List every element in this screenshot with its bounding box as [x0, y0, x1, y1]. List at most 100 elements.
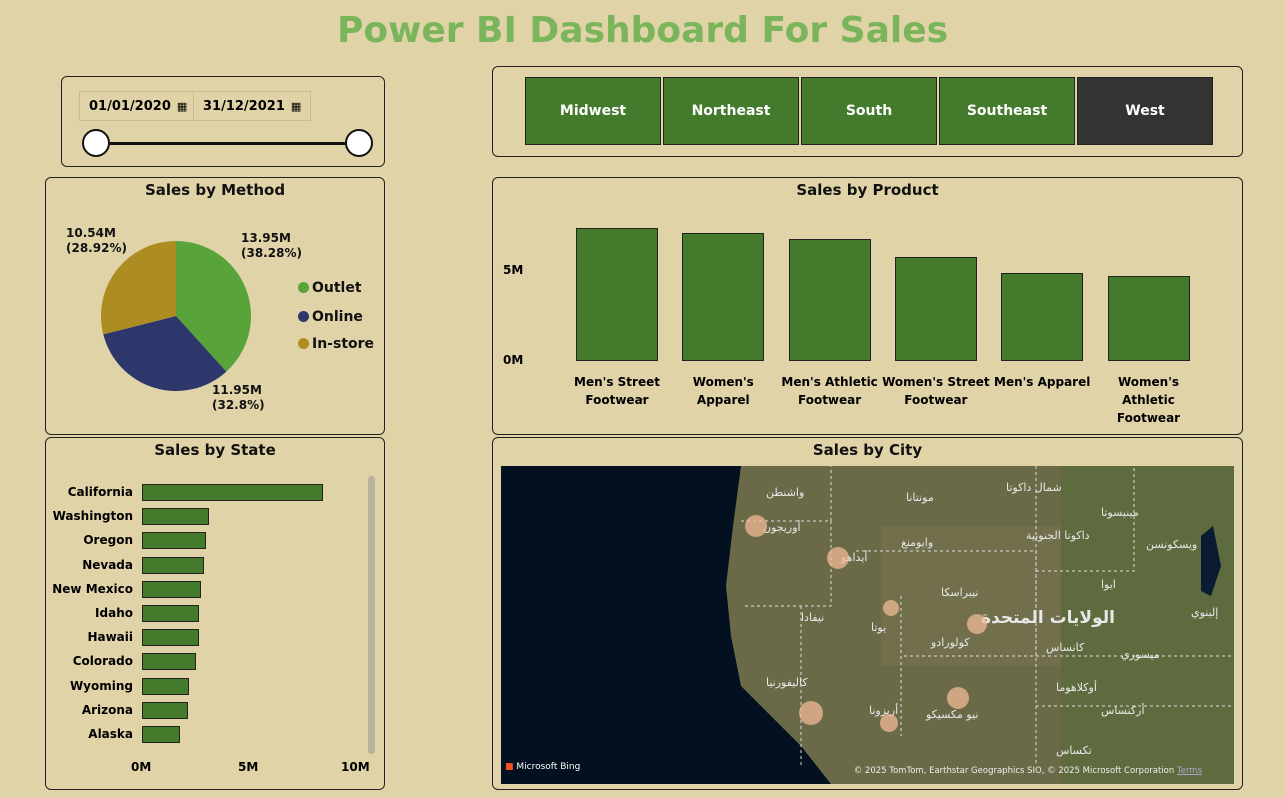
- state-label: New Mexico: [52, 581, 133, 596]
- region-button-northeast[interactable]: Northeast: [663, 77, 799, 145]
- state-bar[interactable]: [142, 605, 199, 622]
- map-place-label: نيبراسكا: [941, 586, 979, 599]
- city-bubble[interactable]: [880, 714, 898, 732]
- map-place-label: ايوا: [1101, 578, 1116, 591]
- product-bar[interactable]: [1107, 276, 1190, 361]
- legend-instore[interactable]: In-store: [298, 336, 374, 352]
- panel-title: Sales by State: [154, 441, 276, 459]
- state-label: Oregon: [83, 533, 133, 548]
- map-place-label: واشنطن: [766, 486, 805, 499]
- end-date: 31/12/2021: [203, 99, 285, 114]
- state-label: Wyoming: [69, 678, 133, 693]
- legend-dot-icon: [298, 338, 309, 349]
- instore-data-label: 10.54M (28.92%): [66, 226, 127, 255]
- product-category-label: Women's Street Footwear: [882, 375, 990, 407]
- state-bar[interactable]: [142, 556, 204, 574]
- city-bubble[interactable]: [799, 701, 823, 725]
- region-button-south[interactable]: South: [801, 77, 937, 145]
- start-date-input[interactable]: 01/01/2020 ▦: [79, 91, 198, 121]
- slider-start-handle[interactable]: [82, 129, 110, 157]
- terms-link[interactable]: Terms: [1177, 766, 1202, 776]
- map-place-label: كولورادو: [931, 636, 970, 649]
- city-bubble[interactable]: [883, 600, 899, 616]
- map-place-label: كانساس: [1046, 641, 1085, 654]
- product-category-label: Women's Athletic Footwear: [1116, 375, 1181, 425]
- city-bubble[interactable]: [967, 614, 987, 634]
- map-place-label: داكوتا الجنوبية: [1026, 529, 1090, 542]
- scrollbar[interactable]: [368, 476, 375, 754]
- city-bubble[interactable]: [827, 547, 849, 569]
- map-place-label: تكساس: [1056, 744, 1092, 757]
- map-place-label: الولايات المتحدة: [981, 608, 1115, 628]
- legend-outlet[interactable]: Outlet: [298, 280, 362, 296]
- state-bar[interactable]: [142, 726, 180, 743]
- map-place-label: أركنساس: [1101, 704, 1145, 717]
- map-place-label: ميسوري: [1121, 648, 1160, 661]
- product-bar[interactable]: [894, 256, 977, 361]
- state-bar[interactable]: [142, 629, 199, 647]
- map-place-label: مينيسوتا: [1101, 506, 1139, 519]
- end-date-input[interactable]: 31/12/2021 ▦: [193, 91, 312, 121]
- sales-by-product-panel: Sales by Product 5M 0M Men's Street Footw…: [492, 177, 1243, 435]
- state-label: Hawaii: [87, 630, 133, 645]
- map-place-label: نيو مكسيكو: [926, 708, 979, 721]
- state-bar[interactable]: [142, 484, 323, 501]
- slider-end-handle[interactable]: [345, 129, 373, 157]
- y-tick: 0M: [503, 353, 524, 367]
- calendar-icon[interactable]: ▦: [177, 100, 187, 113]
- product-bar[interactable]: [576, 227, 658, 361]
- date-slider-track[interactable]: [96, 142, 360, 145]
- x-tick: 0M: [131, 760, 152, 774]
- product-bar[interactable]: [682, 233, 765, 361]
- bing-logo: ■ Microsoft Bing: [505, 762, 581, 772]
- product-bar[interactable]: [1001, 272, 1084, 361]
- outlet-data-label: 13.95M (38.28%): [241, 231, 302, 260]
- panel-title: Sales by Product: [796, 181, 939, 199]
- region-slicer: Midwest Northeast South Southeast West: [492, 66, 1243, 157]
- dashboard-title: Power BI Dashboard For Sales: [336, 10, 949, 51]
- state-label: Arizona: [81, 702, 133, 717]
- state-bar[interactable]: [142, 508, 210, 526]
- map-copyright: © 2025 TomTom, Earthstar Geographics SIO…: [853, 766, 1202, 776]
- region-button-midwest[interactable]: Midwest: [525, 77, 661, 145]
- date-slicer: 01/01/2020 ▦ 31/12/2021 ▦: [61, 76, 385, 167]
- city-bubble[interactable]: [745, 515, 767, 537]
- sales-by-city-panel: Sales by City واشنطن مونتانا شمال داكوتا مي…: [492, 437, 1243, 790]
- x-tick: 5M: [238, 760, 259, 774]
- product-bar[interactable]: [788, 238, 871, 361]
- state-label: Colorado: [72, 654, 133, 669]
- state-label: Washington: [52, 509, 133, 524]
- region-button-southeast[interactable]: Southeast: [939, 77, 1075, 145]
- state-label: Alaska: [88, 727, 133, 741]
- product-category-label: Men's Street Footwear: [574, 375, 660, 407]
- map-place-label: أوريجون: [763, 521, 801, 534]
- map-place-label: ويسكونسن: [1146, 538, 1198, 551]
- state-bar[interactable]: [142, 532, 207, 550]
- sales-by-method-panel: Sales by Method 13.95M (38.28%) 11.95M (32…: [45, 177, 385, 435]
- legend-online[interactable]: Online: [298, 309, 363, 325]
- microsoft-logo-icon: ■: [505, 762, 514, 772]
- state-bar[interactable]: [142, 653, 196, 671]
- map-place-label: كاليفورنيا: [766, 676, 808, 689]
- state-bar[interactable]: [142, 580, 201, 598]
- state-bar[interactable]: [142, 677, 190, 695]
- y-tick: 5M: [503, 263, 524, 277]
- map-place-label: أوكلاهوما: [1056, 681, 1097, 694]
- product-category-label: Men's Athletic Footwear: [781, 375, 878, 407]
- state-label: Idaho: [95, 606, 133, 620]
- state-bar[interactable]: [142, 701, 189, 719]
- x-tick: 10M: [341, 760, 370, 774]
- map-place-label: شمال داكوتا: [1006, 481, 1062, 494]
- map-place-label: إلينوي: [1191, 606, 1219, 619]
- city-bubble[interactable]: [947, 687, 969, 709]
- state-label: California: [67, 485, 133, 499]
- map-place-label: يوتا: [871, 621, 887, 634]
- region-button-west[interactable]: West: [1077, 77, 1213, 145]
- legend-dot-icon: [298, 311, 309, 322]
- map[interactable]: واشنطن مونتانا شمال داكوتا مينيسوتا أوريجون أ…: [501, 466, 1234, 784]
- calendar-icon[interactable]: ▦: [291, 100, 301, 113]
- legend-dot-icon: [298, 282, 309, 293]
- product-category-label: Women's Apparel: [692, 375, 754, 407]
- sales-by-state-panel: Sales by State 0M 5M 10M California Washi…: [45, 437, 385, 790]
- map-place-label: مونتانا: [906, 491, 934, 504]
